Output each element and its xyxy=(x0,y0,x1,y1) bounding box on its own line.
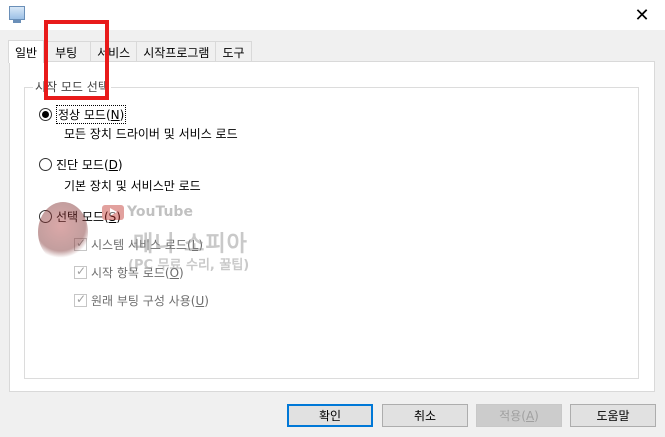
msconfig-app-icon xyxy=(9,6,25,23)
use-original-boot-config-checkbox[interactable]: 원래 부팅 구성 사용(U) xyxy=(74,292,209,308)
tab-bar: 일반 부팅 서비스 시작프로그램 도구 xyxy=(8,40,252,63)
tab-boot[interactable]: 부팅 xyxy=(44,41,92,62)
diagnostic-startup-desc: 기본 장치 및 서비스만 로드 xyxy=(64,179,201,193)
group-legend: 시작 모드 선택 xyxy=(33,80,111,94)
radio-icon[interactable] xyxy=(39,107,52,121)
selective-startup-radio[interactable]: 선택 모드(S) xyxy=(39,208,121,224)
general-tab-panel: 시작 모드 선택 정상 모드(N) 모든 장치 드라이버 및 서비스 로드 진단… xyxy=(9,61,655,392)
normal-startup-label: 정상 모드(N) xyxy=(56,104,127,124)
tab-services[interactable]: 서비스 xyxy=(91,41,138,62)
ok-button[interactable]: 확인 xyxy=(287,404,373,427)
checkbox-icon[interactable] xyxy=(74,236,87,251)
close-icon[interactable]: ✕ xyxy=(619,0,665,30)
load-startup-items-label: 시작 항목 로드(O) xyxy=(91,265,184,280)
diagnostic-startup-label: 진단 모드(D) xyxy=(56,157,123,172)
selective-startup-label: 선택 모드(S) xyxy=(56,209,121,224)
tab-startup[interactable]: 시작프로그램 xyxy=(137,41,217,62)
apply-button[interactable]: 적용(A) xyxy=(476,404,562,427)
radio-icon[interactable] xyxy=(39,209,52,223)
normal-startup-radio[interactable]: 정상 모드(N) xyxy=(39,104,127,124)
radio-icon[interactable] xyxy=(39,157,52,171)
load-system-services-checkbox[interactable]: 시스템 서비스 로드(L) xyxy=(74,236,203,252)
tab-general[interactable]: 일반 xyxy=(8,40,45,63)
cancel-button[interactable]: 취소 xyxy=(382,404,468,427)
use-original-boot-config-label: 원래 부팅 구성 사용(U) xyxy=(91,293,209,308)
diagnostic-startup-radio[interactable]: 진단 모드(D) xyxy=(39,156,123,172)
load-system-services-label: 시스템 서비스 로드(L) xyxy=(91,237,204,252)
checkbox-icon[interactable] xyxy=(74,264,87,279)
normal-startup-desc: 모든 장치 드라이버 및 서비스 로드 xyxy=(64,127,238,141)
load-startup-items-checkbox[interactable]: 시작 항목 로드(O) xyxy=(74,264,184,280)
startup-selection-group: 시작 모드 선택 정상 모드(N) 모든 장치 드라이버 및 서비스 로드 진단… xyxy=(24,80,639,379)
checkbox-icon[interactable] xyxy=(74,292,87,307)
tab-tools[interactable]: 도구 xyxy=(216,41,252,62)
help-button[interactable]: 도움말 xyxy=(570,404,656,427)
title-bar: ✕ xyxy=(0,0,665,30)
